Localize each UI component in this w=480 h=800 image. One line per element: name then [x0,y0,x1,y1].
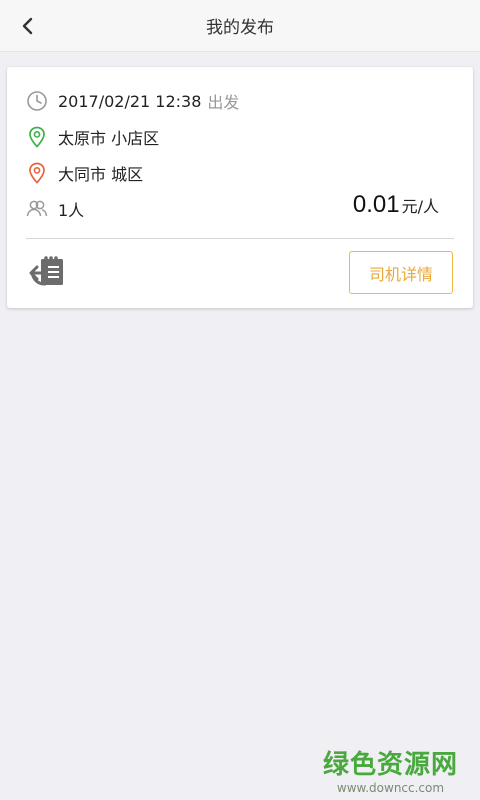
price: 0.01 元/人 [353,191,439,219]
price-value: 0.01 [352,191,400,218]
watermark-url: www.downcc.com [336,781,445,795]
trip-card[interactable]: 2017/02/21 12:38 出发 太原市 小店区 大同市 城区 1人 0.… [7,67,473,308]
destination-text: 大同市 城区 [58,165,144,184]
depart-label: 出发 [207,93,240,112]
driver-details-button[interactable]: 司机详情 [349,251,453,294]
passengers-row: 1人 [26,195,84,223]
chevron-left-icon [22,17,33,35]
origin-text: 太原市 小店区 [58,129,160,148]
location-pin-icon [26,162,48,184]
watermark-title: 绿色资源网 [322,750,458,780]
divider [26,238,454,239]
destination-row: 大同市 城区 [26,159,143,187]
departure-datetime: 2017/02/21 12:38 [58,91,202,111]
clock-icon [26,90,48,112]
passenger-count: 1人 [58,201,85,220]
watermark: 绿色资源网 www.downcc.com [323,744,458,795]
datetime-row: 2017/02/21 12:38 出发 [26,87,239,115]
back-button[interactable] [8,6,48,46]
top-bar: 我的发布 [0,0,480,52]
note-reply-icon[interactable] [29,253,67,289]
people-icon [26,198,48,220]
origin-row: 太原市 小店区 [26,123,159,151]
page-title: 我的发布 [206,18,274,38]
price-unit: 元/人 [401,197,439,216]
location-pin-icon [26,126,48,148]
